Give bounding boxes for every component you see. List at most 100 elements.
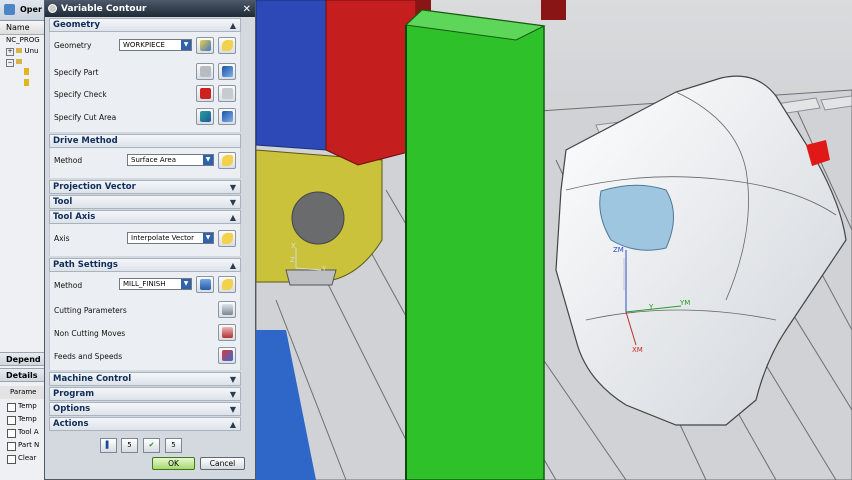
select-part-button[interactable] [196, 63, 214, 80]
tree-row-program[interactable]: − [0, 57, 44, 68]
tree-row-nc-program[interactable]: NC_PROG [0, 35, 44, 46]
chevron-down-icon[interactable]: ▼ [203, 155, 213, 165]
group-header-machine-control[interactable]: Machine Control ▼ [49, 372, 241, 386]
cut-area-icon [199, 111, 211, 122]
flashlight-icon [221, 111, 233, 122]
details-row[interactable]: Temp [0, 413, 44, 426]
group-title: Actions [53, 419, 89, 429]
method-library-button[interactable] [196, 276, 214, 293]
gear-icon[interactable] [48, 4, 57, 13]
edit-axis-button[interactable] [218, 230, 236, 247]
geometry-select[interactable]: WORKPIECE ▼ [119, 39, 192, 51]
chevron-down-icon[interactable]: ▼ [230, 388, 236, 401]
group-header-tool[interactable]: Tool ▼ [49, 195, 241, 209]
details-panel-header[interactable]: Details [0, 368, 44, 382]
axis-label-y: Y [322, 265, 327, 273]
group-header-program[interactable]: Program ▼ [49, 387, 241, 401]
select-cut-area-button[interactable] [196, 108, 214, 125]
group-title: Options [53, 404, 91, 414]
tree-row-operation[interactable] [0, 79, 44, 90]
check-geometry-icon [199, 88, 211, 99]
navigator-icon [4, 4, 15, 15]
expand-icon[interactable]: + [6, 48, 14, 56]
group-header-actions[interactable]: Actions ▲ [49, 417, 241, 431]
ok-button[interactable]: OK [152, 457, 195, 470]
generate-toolpath-button[interactable]: ▌ [100, 438, 117, 453]
chevron-down-icon[interactable]: ▼ [203, 233, 213, 243]
cutting-parameters-button[interactable] [218, 301, 236, 318]
drive-method-select[interactable]: Surface Area ▼ [127, 154, 214, 166]
chevron-down-icon[interactable]: ▼ [181, 40, 191, 50]
checkbox-icon[interactable] [7, 442, 16, 451]
part-icon [199, 66, 211, 77]
cancel-button[interactable]: Cancel [200, 457, 245, 470]
wrench-icon [221, 233, 233, 244]
list-toolpath-button[interactable]: 5 [165, 438, 182, 453]
expand-icon[interactable]: − [6, 59, 14, 67]
display-cut-area-button[interactable] [218, 108, 236, 125]
group-header-projection-vector[interactable]: Projection Vector ▼ [49, 180, 241, 194]
details-column-header[interactable]: Parame [0, 386, 44, 399]
edit-method-button[interactable] [218, 276, 236, 293]
chevron-down-icon[interactable]: ▼ [230, 196, 236, 209]
path-method-select[interactable]: MILL_FINISH ▼ [119, 278, 192, 290]
dependencies-panel-header[interactable]: Depend [0, 352, 44, 366]
graphics-viewport[interactable]: X Z Y ZM YM Y XM [256, 0, 852, 480]
tree-row-operation[interactable] [0, 68, 44, 79]
fixture-blue-block [256, 0, 327, 151]
axis-label-x: X [291, 242, 296, 250]
group-header-path-settings[interactable]: Path Settings ▲ [49, 258, 241, 272]
details-row[interactable]: Tool A [0, 426, 44, 439]
dialog-titlebar[interactable]: Variable Contour ✕ [45, 1, 255, 17]
wrench-icon [221, 279, 233, 290]
chevron-down-icon[interactable]: ▼ [230, 373, 236, 386]
axis-select[interactable]: Interpolate Vector ▼ [127, 232, 214, 244]
chevron-up-icon[interactable]: ▲ [230, 19, 236, 32]
details-row[interactable]: Part N [0, 439, 44, 452]
group-title: Tool [53, 197, 73, 207]
tree-row-unused[interactable]: + Unu [0, 46, 44, 57]
feeds-speeds-icon [221, 350, 233, 361]
display-check-button[interactable] [218, 85, 236, 102]
checkbox-icon[interactable] [7, 403, 16, 412]
navigator-titlebar: Oper [0, 0, 44, 21]
display-part-button[interactable] [218, 63, 236, 80]
non-cutting-moves-button[interactable] [218, 324, 236, 341]
chevron-down-icon[interactable]: ▼ [230, 181, 236, 194]
edit-geometry-button[interactable] [196, 37, 214, 54]
details-row[interactable]: Temp [0, 400, 44, 413]
chevron-up-icon[interactable]: ▲ [230, 418, 236, 431]
group-header-drive-method[interactable]: Drive Method [49, 134, 241, 148]
group-header-options[interactable]: Options ▼ [49, 402, 241, 416]
group-title: Machine Control [53, 374, 132, 384]
select-check-button[interactable] [196, 85, 214, 102]
edit-geometry-wrench-button[interactable] [218, 37, 236, 54]
green-tool [404, 9, 546, 480]
checkbox-icon[interactable] [7, 416, 16, 425]
column-header-name[interactable]: Name [0, 21, 44, 35]
details-row[interactable]: Clear [0, 452, 44, 465]
chevron-down-icon[interactable]: ▼ [181, 279, 191, 289]
drive-method-label: Method [54, 156, 83, 165]
group-header-tool-axis[interactable]: Tool Axis ▲ [49, 210, 241, 224]
drive-method-group-body: Method Surface Area ▼ [49, 148, 241, 178]
feeds-and-speeds-label: Feeds and Speeds [54, 352, 123, 361]
group-header-geometry[interactable]: Geometry ▲ [49, 18, 241, 32]
cutting-parameters-label: Cutting Parameters [54, 306, 127, 315]
verify-toolpath-button[interactable]: ✔ [143, 438, 160, 453]
close-icon[interactable]: ✕ [243, 2, 251, 18]
chevron-up-icon[interactable]: ▲ [230, 211, 236, 224]
checkbox-icon[interactable] [7, 429, 16, 438]
chevron-up-icon[interactable]: ▲ [230, 259, 236, 272]
tree-row-label: Unu [24, 47, 39, 55]
non-cutting-moves-icon [221, 327, 233, 338]
replay-toolpath-button[interactable]: 5 [121, 438, 138, 453]
edit-drive-method-button[interactable] [218, 152, 236, 169]
group-title: Geometry [53, 20, 100, 30]
flashlight-icon [221, 88, 233, 99]
chevron-down-icon[interactable]: ▼ [230, 403, 236, 416]
generate-icon: ▌ [105, 441, 112, 449]
checkbox-icon[interactable] [7, 455, 16, 464]
feeds-and-speeds-button[interactable] [218, 347, 236, 364]
cutting-parameters-icon [221, 304, 233, 315]
